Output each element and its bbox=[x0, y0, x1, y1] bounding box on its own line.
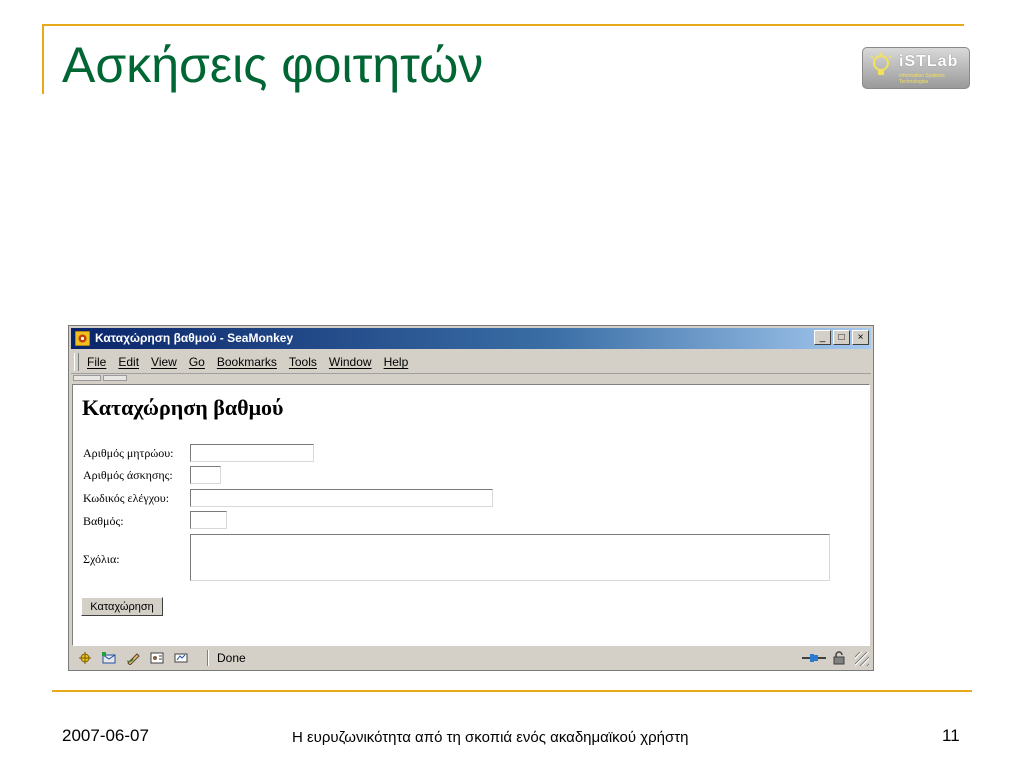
exercise-label: Αριθμός άσκησης: bbox=[83, 468, 173, 482]
menu-window[interactable]: Window bbox=[329, 355, 372, 369]
collapsed-toolbars bbox=[71, 374, 871, 382]
browser-window: Καταχώρηση βαθμού - SeaMonkey _ □ × File… bbox=[68, 325, 874, 671]
student-id-input[interactable] bbox=[190, 444, 314, 462]
component-bar bbox=[77, 651, 189, 666]
menu-view[interactable]: View bbox=[151, 355, 177, 369]
menu-edit[interactable]: Edit bbox=[118, 355, 139, 369]
page-content: Καταχώρηση βαθμού Αριθμός μητρώου: Αριθμ… bbox=[72, 384, 870, 646]
maximize-button[interactable]: □ bbox=[833, 330, 850, 345]
composer-icon[interactable] bbox=[125, 651, 141, 666]
grade-input[interactable] bbox=[190, 511, 227, 529]
window-controls: _ □ × bbox=[814, 330, 869, 345]
collapsed-toolbar-2[interactable] bbox=[103, 375, 127, 381]
window-titlebar[interactable]: Καταχώρηση βαθμού - SeaMonkey _ □ × bbox=[71, 328, 871, 349]
menu-bookmarks[interactable]: Bookmarks bbox=[217, 355, 277, 369]
grade-label: Βαθμός: bbox=[83, 514, 124, 528]
footer-subtitle: Η ευρυζωνικότητα από τη σκοπιά ενός ακαδ… bbox=[292, 729, 689, 746]
slide-page-number: 11 bbox=[942, 726, 960, 745]
exercise-input[interactable] bbox=[190, 466, 221, 484]
code-label: Κωδικός ελέγχου: bbox=[83, 491, 170, 505]
menu-tools[interactable]: Tools bbox=[289, 355, 317, 369]
window-resize-grip[interactable] bbox=[855, 652, 869, 666]
menu-help[interactable]: Help bbox=[384, 355, 409, 369]
irc-chat-icon[interactable] bbox=[173, 651, 189, 665]
istlab-logo: iSTLab Information Systems Technologies bbox=[862, 47, 970, 89]
status-indicators bbox=[801, 650, 847, 666]
menu-bar: File Edit View Go Bookmarks Tools Window… bbox=[71, 351, 871, 374]
collapsed-toolbar-1[interactable] bbox=[73, 375, 101, 381]
logo-subtext: Information Systems Technologies bbox=[899, 73, 945, 85]
online-connection-icon[interactable] bbox=[801, 650, 827, 666]
slide-title: Ασκήσεις φοιτητών bbox=[62, 37, 484, 93]
logo-wordmark: iSTLab bbox=[899, 53, 959, 70]
left-accent-rule bbox=[42, 24, 44, 94]
menu-go[interactable]: Go bbox=[189, 355, 205, 369]
security-lock-icon[interactable] bbox=[831, 650, 847, 666]
seamonkey-app-icon[interactable] bbox=[75, 331, 90, 346]
student-id-label: Αριθμός μητρώου: bbox=[83, 446, 174, 460]
lightbulb-icon bbox=[870, 52, 892, 75]
close-button[interactable]: × bbox=[852, 330, 869, 345]
status-bar: Done bbox=[71, 648, 871, 668]
top-accent-rule bbox=[44, 24, 964, 26]
mail-icon[interactable] bbox=[101, 651, 117, 665]
bottom-accent-rule bbox=[52, 690, 972, 692]
address-book-icon[interactable] bbox=[149, 651, 165, 665]
status-separator bbox=[207, 650, 209, 666]
comments-textarea[interactable] bbox=[190, 534, 830, 581]
status-text: Done bbox=[217, 651, 246, 665]
comments-label: Σχόλια: bbox=[83, 552, 120, 566]
minimize-button[interactable]: _ bbox=[814, 330, 831, 345]
code-input[interactable] bbox=[190, 489, 493, 507]
navigator-icon[interactable] bbox=[77, 651, 93, 665]
menu-file[interactable]: File bbox=[87, 355, 106, 369]
footer-date: 2007-06-07 bbox=[62, 726, 149, 745]
submit-button[interactable]: Καταχώρηση bbox=[81, 597, 163, 616]
page-heading: Καταχώρηση βαθμού bbox=[82, 395, 284, 420]
menubar-grip[interactable] bbox=[74, 353, 79, 371]
window-title: Καταχώρηση βαθμού - SeaMonkey bbox=[95, 331, 294, 345]
